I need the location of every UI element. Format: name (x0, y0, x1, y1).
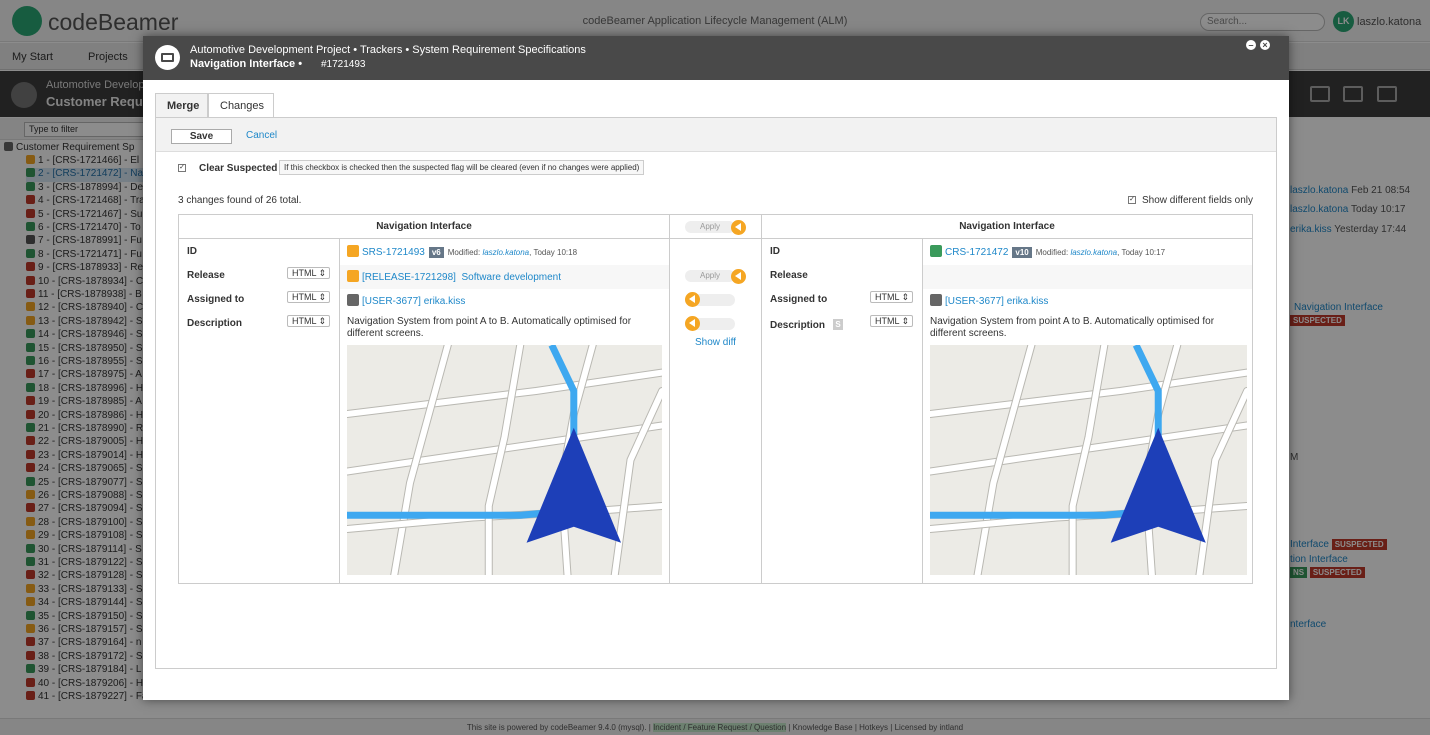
release-link[interactable]: [RELEASE-1721298] (362, 272, 456, 283)
merge-dialog: Automotive Development Project • Tracker… (143, 36, 1289, 700)
version-badge[interactable]: v6 (428, 247, 444, 258)
show-different-label: Show different fields only (1142, 195, 1253, 206)
modified-at: , Today 10:18 (529, 248, 578, 257)
show-diff-link[interactable]: Show diff (695, 336, 736, 348)
field-label-release: Release (187, 270, 225, 281)
action-bar (156, 118, 1276, 152)
format-select[interactable]: HTML ⇕ (870, 315, 913, 327)
right-column-header: Navigation Interface (762, 215, 1252, 239)
cancel-link[interactable]: Cancel (246, 130, 277, 141)
map-image (930, 345, 1247, 575)
format-value: HTML (292, 316, 317, 326)
modified-info: Modified: laszlo.katona, Today 10:17 (1036, 248, 1165, 257)
copy-assigned-arrow-icon[interactable] (685, 292, 700, 307)
field-label-description: Description (770, 320, 826, 331)
left-assigned-value: [USER-3677] erika.kiss (347, 294, 465, 307)
item-id: #1721493 (321, 59, 366, 70)
field-label-release: Release (770, 270, 808, 281)
modified-by[interactable]: laszlo.katona (482, 248, 529, 257)
left-column-header: Navigation Interface (179, 215, 669, 239)
show-different-checkbox[interactable]: ✓ (1128, 196, 1136, 204)
map-road (347, 369, 662, 417)
assigned-user-link[interactable]: [USER-3677] erika.kiss (945, 296, 1048, 307)
show-diff-label[interactable]: Show diff (695, 337, 736, 348)
format-value: HTML (292, 292, 317, 302)
map-road (1195, 387, 1247, 575)
breadcrumb[interactable]: Automotive Development Project • Tracker… (190, 44, 586, 56)
left-release-value: [RELEASE-1721298] Software development (347, 270, 561, 283)
map-illustration (347, 345, 662, 575)
modified-label: Modified: (447, 248, 481, 257)
field-label-assigned: Assigned to (770, 294, 828, 305)
field-label-description: Description (187, 318, 243, 329)
tab-changes[interactable]: Changes (208, 93, 274, 118)
requirement-icon (347, 245, 359, 257)
requirement-icon (155, 45, 180, 70)
map-road (930, 369, 1247, 417)
clear-suspected-hint: If this checkbox is checked then the sus… (279, 160, 645, 175)
dialog-title: Navigation Interface • (190, 58, 303, 70)
release-name-link[interactable]: Software development (462, 272, 562, 283)
suspected-s-badge: S (833, 319, 843, 330)
merge-panel: Save Cancel ✓ Clear Suspected If this ch… (155, 117, 1277, 669)
divider (761, 215, 762, 583)
assigned-user-link[interactable]: [USER-3677] erika.kiss (362, 296, 465, 307)
user-icon (347, 294, 359, 306)
compare-table: Navigation Interface Navigation Interfac… (178, 214, 1253, 584)
format-select[interactable]: HTML ⇕ (287, 315, 330, 327)
tab-merge[interactable]: Merge (155, 93, 208, 118)
user-icon (930, 294, 942, 306)
release-icon (347, 270, 359, 282)
map-road (1069, 345, 1108, 575)
format-select[interactable]: HTML ⇕ (870, 291, 913, 303)
close-icon[interactable]: × (1260, 40, 1270, 50)
modified-info: Modified: laszlo.katona, Today 10:18 (448, 248, 577, 257)
left-id-link[interactable]: SRS-1721493 (362, 247, 425, 258)
map-route (347, 345, 578, 519)
right-assigned-value: [USER-3677] erika.kiss (930, 294, 1048, 307)
map-illustration (930, 345, 1247, 575)
copy-description-arrow-icon[interactable] (685, 316, 700, 331)
version-badge[interactable]: v10 (1012, 247, 1032, 258)
save-button[interactable]: Save (171, 129, 232, 144)
right-id-link[interactable]: CRS-1721472 (945, 247, 1008, 258)
right-description: Navigation System from point A to B. Aut… (930, 316, 1215, 339)
map-image (347, 345, 662, 575)
row-shade (923, 265, 1252, 289)
apply-release-button[interactable]: Apply (685, 270, 735, 282)
apply-all-button[interactable]: Apply (685, 221, 735, 233)
dialog-header (143, 36, 1289, 80)
map-route (930, 345, 1162, 519)
left-description: Navigation System from point A to B. Aut… (347, 316, 632, 339)
format-value: HTML (875, 292, 900, 302)
format-select[interactable]: HTML ⇕ (287, 267, 330, 279)
modified-label: Modified: (1035, 248, 1069, 257)
map-road (485, 345, 524, 575)
field-label-assigned: Assigned to (187, 294, 245, 305)
clear-suspected-checkbox[interactable]: ✓ (178, 164, 186, 172)
divider (669, 215, 670, 583)
format-value: HTML (292, 268, 317, 278)
apply-release-arrow-icon[interactable] (731, 269, 746, 284)
field-label-id: ID (187, 246, 197, 257)
apply-all-arrow-icon[interactable] (731, 220, 746, 235)
modified-at: , Today 10:17 (1117, 248, 1166, 257)
right-id-value: CRS-1721472 v10 Modified: laszlo.katona, T… (930, 245, 1165, 258)
clear-suspected-label: Clear Suspected (199, 163, 278, 174)
modified-by[interactable]: laszlo.katona (1070, 248, 1117, 257)
format-select[interactable]: HTML ⇕ (287, 291, 330, 303)
minimize-icon[interactable]: – (1246, 40, 1256, 50)
map-road (610, 387, 662, 575)
changes-summary: 3 changes found of 26 total. (178, 195, 302, 206)
format-value: HTML (875, 316, 900, 326)
requirement-icon (930, 245, 942, 257)
field-label-id: ID (770, 246, 780, 257)
left-id-value: SRS-1721493 v6 Modified: laszlo.katona, To… (347, 245, 577, 258)
